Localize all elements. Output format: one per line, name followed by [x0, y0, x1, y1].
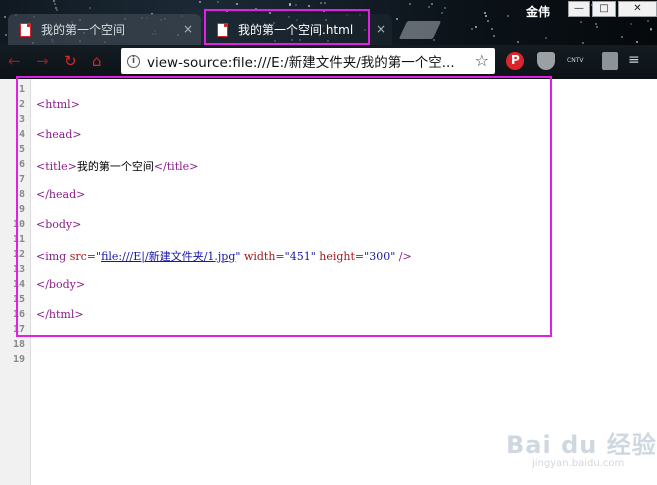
tab-highlight-box: [204, 9, 370, 45]
background-star: [580, 21, 582, 23]
tab-label: 我的第一个空间: [41, 23, 126, 37]
background-star: [487, 20, 489, 22]
line-number: 18: [12, 339, 25, 350]
reload-icon[interactable]: ↻: [64, 52, 77, 70]
background-star: [484, 12, 486, 14]
background-star: [217, 1, 219, 3]
background-star: [471, 28, 473, 30]
address-bar[interactable]: i view-source:file:///E:/新建文件夹/我的第一个空...…: [121, 48, 495, 74]
background-star: [636, 41, 638, 43]
background-star: [507, 15, 509, 17]
menu-icon[interactable]: ≡: [628, 52, 646, 70]
background-star: [236, 3, 238, 5]
extension-p-icon[interactable]: [506, 52, 524, 70]
background-star: [582, 42, 584, 44]
bookmark-star-icon[interactable]: ☆: [475, 51, 489, 70]
close-window-button[interactable]: ✕: [618, 1, 657, 17]
background-star: [433, 39, 435, 41]
background-star: [545, 37, 547, 39]
home-icon[interactable]: ⌂: [92, 52, 102, 70]
background-star: [409, 3, 411, 5]
background-star: [428, 6, 430, 8]
background-star: [324, 2, 326, 4]
background-star: [621, 36, 623, 38]
background-star: [54, 3, 56, 5]
background-star: [491, 28, 493, 30]
forward-icon[interactable]: →: [36, 52, 49, 70]
tab-close-icon[interactable]: ×: [376, 22, 386, 36]
source-highlight-box: [16, 76, 552, 337]
background-star: [320, 2, 322, 4]
profile-name[interactable]: 金伟: [526, 3, 550, 20]
new-tab-button[interactable]: [398, 21, 442, 39]
background-star: [630, 23, 632, 25]
background-star: [441, 12, 443, 14]
background-star: [56, 9, 58, 11]
background-star: [199, 1, 201, 3]
info-icon[interactable]: i: [127, 54, 140, 68]
background-star: [289, 4, 291, 6]
background-star: [295, 4, 297, 6]
cntv-extension-icon[interactable]: CNTV: [567, 52, 593, 70]
watermark-logo: Bai du 经验 jingyan.baidu.com: [506, 425, 657, 469]
back-icon[interactable]: ←: [8, 52, 21, 70]
title-bar: 我的第一个空间 × 我的第一个空间.html × 金伟 — □ ✕: [0, 0, 657, 45]
shield-icon[interactable]: [537, 52, 555, 70]
tab-inactive[interactable]: 我的第一个空间 ×: [8, 14, 201, 45]
minimize-button[interactable]: —: [568, 1, 590, 17]
lock-icon[interactable]: [602, 52, 618, 70]
line-number: 19: [12, 354, 25, 365]
background-star: [595, 23, 597, 25]
background-star: [431, 3, 433, 5]
tab-close-icon[interactable]: ×: [183, 22, 193, 36]
background-star: [650, 28, 652, 30]
background-star: [396, 18, 398, 20]
background-star: [517, 41, 519, 43]
maximize-button[interactable]: □: [592, 1, 616, 17]
background-star: [53, 0, 55, 2]
background-star: [475, 26, 477, 28]
background-star: [444, 7, 446, 9]
background-star: [493, 35, 495, 37]
background-star: [5, 34, 7, 36]
background-star: [89, 7, 91, 9]
background-star: [485, 15, 487, 17]
background-star: [4, 16, 6, 18]
background-star: [647, 20, 649, 22]
background-star: [55, 7, 57, 9]
watermark-main: Bai du 经验: [506, 431, 657, 459]
url-text[interactable]: view-source:file:///E:/新建文件夹/我的第一个空...: [147, 51, 465, 71]
background-star: [308, 5, 310, 7]
background-star: [596, 26, 598, 28]
page-favicon-icon: [20, 22, 31, 37]
